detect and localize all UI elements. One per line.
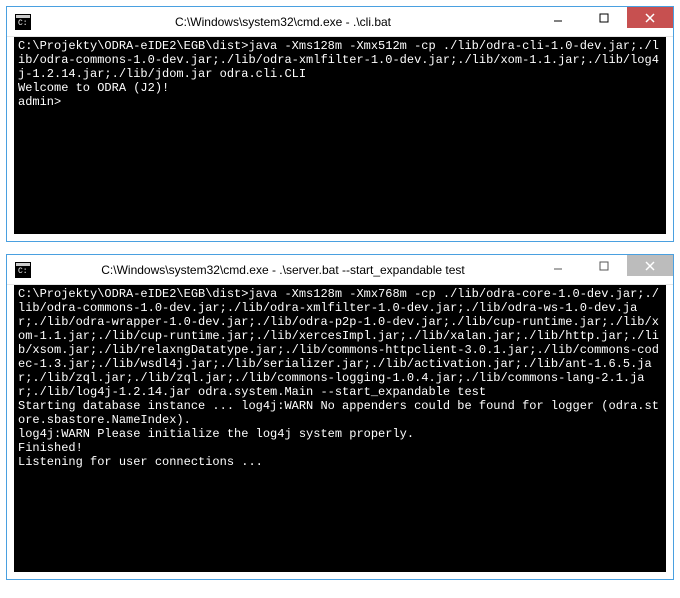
maximize-button[interactable] xyxy=(581,7,627,28)
cmd-window-cli: C: C:\Windows\system32\cmd.exe - .\cli.b… xyxy=(6,6,674,242)
close-button[interactable] xyxy=(627,7,673,28)
window-title: C:\Windows\system32\cmd.exe - .\cli.bat xyxy=(31,15,535,29)
terminal-output[interactable]: C:\Projekty\ODRA-eIDE2\EGB\dist>java -Xm… xyxy=(14,37,666,234)
titlebar[interactable]: C: C:\Windows\system32\cmd.exe - .\cli.b… xyxy=(7,7,673,37)
cmd-window-server: C: C:\Windows\system32\cmd.exe - .\serve… xyxy=(6,254,674,580)
close-button[interactable] xyxy=(627,255,673,276)
window-title: C:\Windows\system32\cmd.exe - .\server.b… xyxy=(31,263,535,277)
svg-text:C:: C: xyxy=(18,19,28,28)
window-controls xyxy=(535,255,673,277)
minimize-button[interactable] xyxy=(535,7,581,28)
minimize-button[interactable] xyxy=(535,255,581,276)
cmd-icon: C: xyxy=(15,262,31,278)
titlebar[interactable]: C: C:\Windows\system32\cmd.exe - .\serve… xyxy=(7,255,673,285)
window-controls xyxy=(535,7,673,29)
svg-text:C:: C: xyxy=(18,267,28,276)
terminal-output[interactable]: C:\Projekty\ODRA-eIDE2\EGB\dist>java -Xm… xyxy=(14,285,666,572)
maximize-button[interactable] xyxy=(581,255,627,276)
cmd-icon: C: xyxy=(15,14,31,30)
